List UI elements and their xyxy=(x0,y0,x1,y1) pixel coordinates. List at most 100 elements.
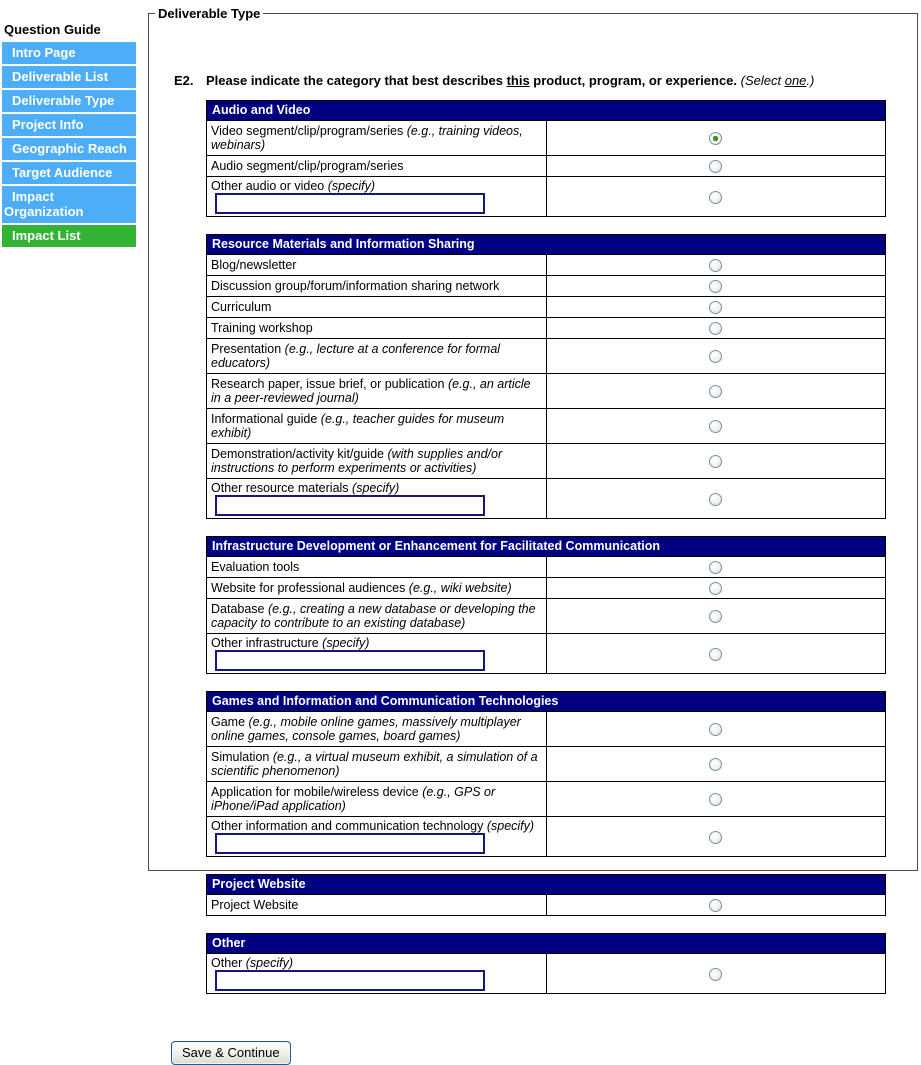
question-guide-sidebar: Question Guide Intro Page Deliverable Lis… xyxy=(2,20,136,249)
table-row: Evaluation tools xyxy=(206,556,886,578)
radio-unselected-icon[interactable] xyxy=(709,610,723,624)
option-group-project-website: Project Website Project Website xyxy=(206,874,886,916)
option-example-text: (e.g., mobile online games, massively mu… xyxy=(211,715,521,743)
table-row: Blog/newsletter xyxy=(206,254,886,276)
radio-unselected-icon[interactable] xyxy=(709,723,723,737)
radio-unselected-icon[interactable] xyxy=(709,190,723,204)
fieldset-legend: Deliverable Type xyxy=(158,6,261,21)
sidebar-item-geographic-reach[interactable]: Geographic Reach xyxy=(2,138,136,160)
radio-cell xyxy=(545,338,886,374)
sidebar-item-deliverable-type[interactable]: Deliverable Type xyxy=(2,90,136,112)
radio-unselected-icon[interactable] xyxy=(709,830,723,844)
option-label: Simulation (e.g., a virtual museum exhib… xyxy=(206,746,547,782)
radio-cell xyxy=(545,746,886,782)
option-label: Database (e.g., creating a new database … xyxy=(206,598,547,634)
sidebar-item-impact-list[interactable]: Impact List xyxy=(2,225,136,247)
radio-unselected-icon[interactable] xyxy=(709,561,723,575)
option-group-resource-materials-and-information-sharing: Resource Materials and Information Shari… xyxy=(206,234,886,519)
radio-cell xyxy=(545,711,886,747)
radio-unselected-icon[interactable] xyxy=(709,899,723,913)
table-row: Curriculum xyxy=(206,296,886,318)
table-row: Game (e.g., mobile online games, massive… xyxy=(206,711,886,747)
option-label-text: Other infrastructure xyxy=(211,636,323,650)
option-label: Game (e.g., mobile online games, massive… xyxy=(206,711,547,747)
radio-unselected-icon[interactable] xyxy=(709,455,723,469)
specify-input[interactable] xyxy=(215,193,485,214)
radio-unselected-icon[interactable] xyxy=(709,793,723,807)
option-label: Training workshop xyxy=(206,317,547,339)
radio-unselected-icon[interactable] xyxy=(709,301,723,315)
option-label: Discussion group/forum/information shari… xyxy=(206,275,547,297)
question-number: E2. xyxy=(174,73,194,88)
option-label-text: Application for mobile/wireless device xyxy=(211,785,423,799)
radio-unselected-icon[interactable] xyxy=(709,582,723,596)
radio-unselected-icon[interactable] xyxy=(709,385,723,399)
option-label-text: Research paper, issue brief, or publicat… xyxy=(211,377,448,391)
radio-cell xyxy=(545,953,886,994)
option-label-text: Other xyxy=(211,956,246,970)
sidebar-item-target-audience[interactable]: Target Audience xyxy=(2,162,136,184)
radio-unselected-icon[interactable] xyxy=(709,350,723,364)
radio-cell xyxy=(545,155,886,177)
table-row: Other information and communication tech… xyxy=(206,816,886,857)
option-label-text: Simulation xyxy=(211,750,273,764)
option-label: Other audio or video (specify) xyxy=(206,176,547,217)
table-row: Informational guide (e.g., teacher guide… xyxy=(206,408,886,444)
question-e2: E2. Please indicate the category that be… xyxy=(174,73,917,88)
option-label-text: Presentation xyxy=(211,342,285,356)
radio-unselected-icon[interactable] xyxy=(709,280,723,294)
option-label: Project Website xyxy=(206,894,547,916)
radio-cell xyxy=(545,478,886,519)
radio-unselected-icon[interactable] xyxy=(709,259,723,273)
radio-unselected-icon[interactable] xyxy=(709,322,723,336)
sidebar-item-impact-organization[interactable]: Impact Organization xyxy=(2,186,136,223)
option-label: Other (specify) xyxy=(206,953,547,994)
table-row: Application for mobile/wireless device (… xyxy=(206,781,886,817)
question-note: (Select one.) xyxy=(741,73,815,88)
radio-cell xyxy=(545,373,886,409)
option-label: Website for professional audiences (e.g.… xyxy=(206,577,547,599)
radio-unselected-icon[interactable] xyxy=(709,967,723,981)
sidebar-nav: Intro Page Deliverable List Deliverable Ty… xyxy=(2,42,136,247)
option-label: Informational guide (e.g., teacher guide… xyxy=(206,408,547,444)
table-row: Audio segment/clip/program/series xyxy=(206,155,886,177)
radio-cell xyxy=(545,443,886,479)
radio-unselected-icon[interactable] xyxy=(709,647,723,661)
option-label: Research paper, issue brief, or publicat… xyxy=(206,373,547,409)
option-label: Evaluation tools xyxy=(206,556,547,578)
option-example-text: (specify) xyxy=(486,819,535,833)
sidebar-item-deliverable-list[interactable]: Deliverable List xyxy=(2,66,136,88)
group-header: Audio and Video xyxy=(206,100,886,121)
table-row: Other infrastructure (specify) xyxy=(206,633,886,674)
radio-cell xyxy=(545,296,886,318)
radio-unselected-icon[interactable] xyxy=(709,758,723,772)
option-label-text: Audio segment/clip/program/series xyxy=(211,159,404,173)
table-row: Other audio or video (specify) xyxy=(206,176,886,217)
option-label: Audio segment/clip/program/series xyxy=(206,155,547,177)
specify-input[interactable] xyxy=(215,833,485,854)
radio-selected-icon[interactable] xyxy=(709,132,723,146)
deliverable-type-fieldset: Deliverable Type E2. Please indicate the… xyxy=(148,6,918,1065)
radio-cell xyxy=(545,816,886,857)
table-row: Project Website xyxy=(206,894,886,916)
option-label-text: Other audio or video xyxy=(211,179,328,193)
save-continue-button[interactable]: Save & Continue xyxy=(171,1041,291,1065)
radio-unselected-icon[interactable] xyxy=(709,492,723,506)
specify-input[interactable] xyxy=(215,650,485,671)
option-label-text: Other information and communication tech… xyxy=(211,819,487,833)
radio-unselected-icon[interactable] xyxy=(709,420,723,434)
sidebar-item-intro-page[interactable]: Intro Page xyxy=(2,42,136,64)
question-text-before: Please indicate the category that best d… xyxy=(206,73,507,88)
option-group-audio-and-video: Audio and Video Video segment/clip/progra… xyxy=(206,100,886,217)
option-label: Presentation (e.g., lecture at a confere… xyxy=(206,338,547,374)
radio-unselected-icon[interactable] xyxy=(709,160,723,174)
sidebar-item-project-info[interactable]: Project Info xyxy=(2,114,136,136)
table-row: Other resource materials (specify) xyxy=(206,478,886,519)
specify-input[interactable] xyxy=(215,970,485,991)
specify-input[interactable] xyxy=(215,495,485,516)
table-row: Website for professional audiences (e.g.… xyxy=(206,577,886,599)
radio-cell xyxy=(545,577,886,599)
option-example-text: (specify) xyxy=(327,179,375,193)
option-label: Application for mobile/wireless device (… xyxy=(206,781,547,817)
option-label-text: Blog/newsletter xyxy=(211,258,297,272)
